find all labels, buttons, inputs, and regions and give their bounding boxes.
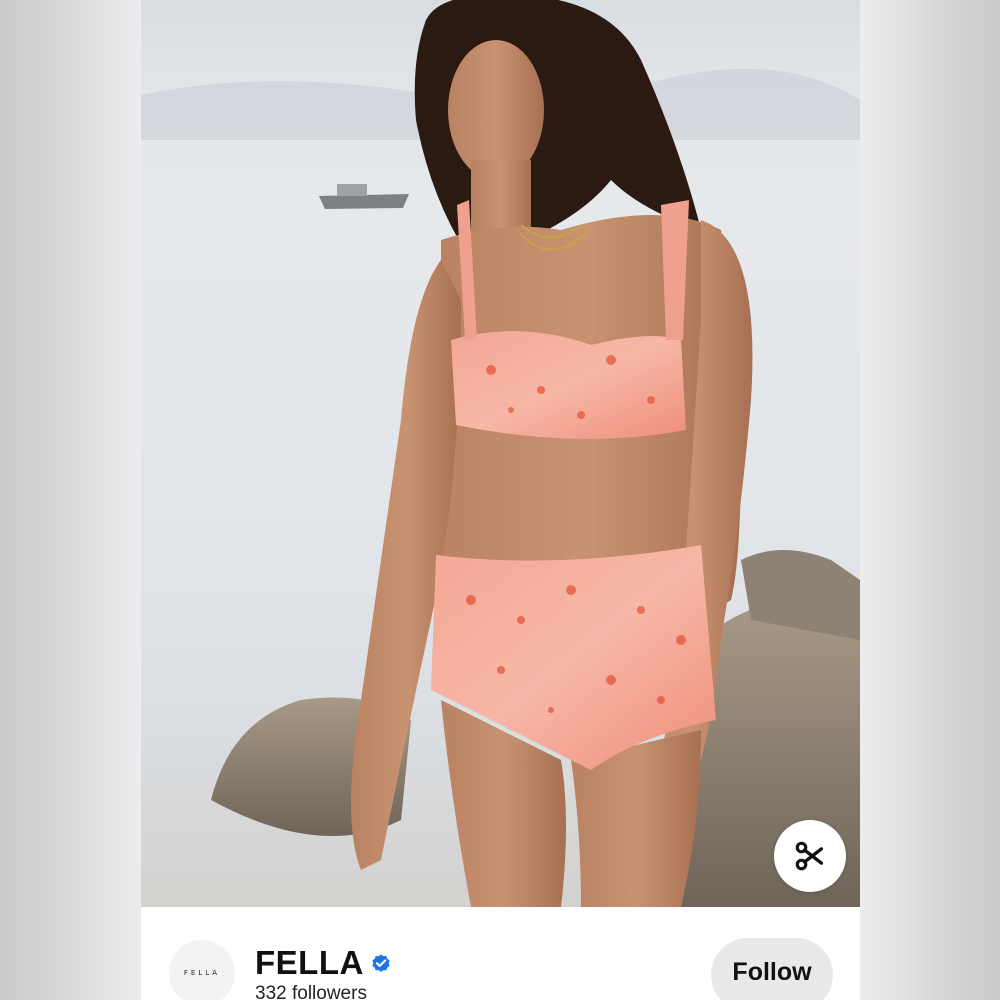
follower-count: 332 followers <box>255 983 367 1000</box>
profile-name-row[interactable]: FELLA <box>255 943 392 983</box>
avatar-logo-text: FELLA <box>183 969 221 977</box>
photo-illustration <box>141 0 860 907</box>
avatar[interactable]: FELLA <box>169 940 235 1000</box>
profile-bar: FELLA FELLA 332 followers Follow <box>141 907 860 1000</box>
pin-image[interactable] <box>141 0 860 907</box>
scissors-icon <box>795 841 824 871</box>
profile-name[interactable]: FELLA <box>255 943 364 983</box>
pin-card: FELLA FELLA 332 followers Follow <box>141 0 860 1000</box>
page: FELLA FELLA 332 followers Follow <box>0 0 1000 1000</box>
follow-button[interactable]: Follow <box>711 938 833 1000</box>
scissors-button[interactable] <box>774 820 846 892</box>
verified-badge-icon <box>372 954 390 972</box>
